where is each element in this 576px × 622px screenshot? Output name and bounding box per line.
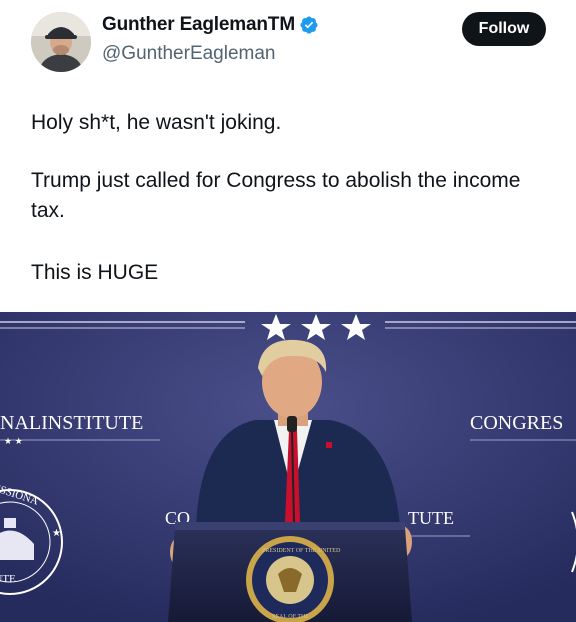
- verified-badge-icon: [300, 16, 318, 34]
- podium-seal-bottom-text: SEAL OF THE: [272, 614, 309, 620]
- tweet-text-line: Holy sh*t, he wasn't joking.: [31, 111, 282, 134]
- seal-left-bottom-text: ITUTE: [0, 573, 16, 585]
- author-name-row[interactable]: Gunther Eagleman TM: [102, 14, 319, 36]
- tweet-text: Holy sh*t, he wasn't joking. Trump just …: [31, 108, 551, 288]
- podium: PRESIDENT OF THE UNITED SEAL OF THE: [168, 522, 412, 622]
- backdrop-text-mid-right: TUTE: [408, 508, 454, 528]
- author-handle[interactable]: @GuntherEagleman: [102, 43, 276, 65]
- tweet-text-line: This is HUGE: [31, 261, 159, 284]
- tweet-header: Gunther Eagleman TM @GuntherEagleman Foll…: [0, 0, 576, 84]
- author-display-name[interactable]: Gunther Eagleman: [102, 14, 268, 36]
- tweet-text-line: Trump just called for Congress to abolis…: [31, 169, 521, 222]
- avatar[interactable]: [31, 12, 91, 72]
- backdrop-text-right: CONGRES: [470, 412, 563, 434]
- avatar-image: [31, 12, 91, 72]
- trademark-suffix: TM: [267, 14, 296, 35]
- photo-image: NALINSTITUTE ★ ★ CONGRES CO TUTE ESSIONA…: [0, 312, 576, 622]
- backdrop-text-left: NALINSTITUTE: [0, 412, 143, 434]
- podium-seal-top-text: PRESIDENT OF THE UNITED: [262, 548, 341, 554]
- svg-text:★ ★: ★ ★: [4, 436, 23, 446]
- tweet-media-photo[interactable]: NALINSTITUTE ★ ★ CONGRES CO TUTE ESSIONA…: [0, 312, 576, 622]
- svg-text:★: ★: [52, 528, 61, 539]
- follow-button[interactable]: Follow: [462, 12, 546, 46]
